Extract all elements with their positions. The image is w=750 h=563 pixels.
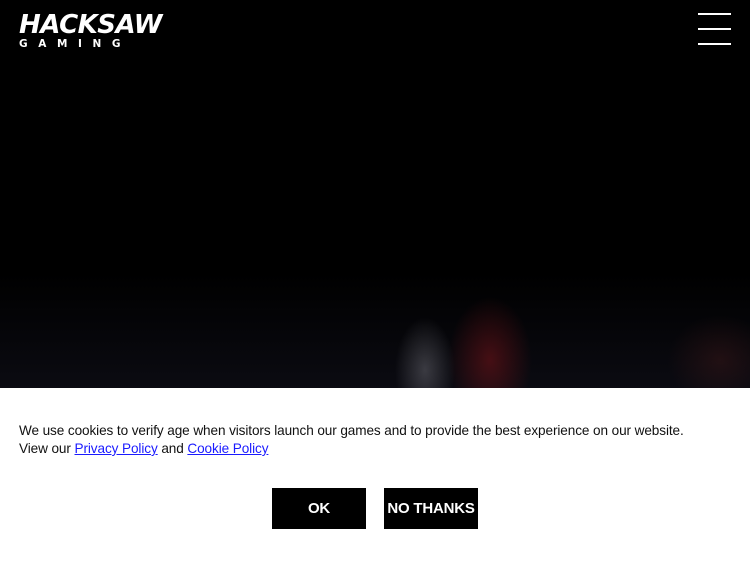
menu-line bbox=[698, 13, 731, 15]
hacksaw-gaming-logo[interactable]: HACKSAW GAMING bbox=[19, 10, 162, 52]
hamburger-menu-icon[interactable] bbox=[698, 13, 732, 46]
cookie-policy-link[interactable]: Cookie Policy bbox=[187, 440, 268, 456]
ok-button[interactable]: OK bbox=[272, 488, 366, 529]
menu-line bbox=[698, 43, 731, 45]
site-header: HACKSAW GAMING bbox=[0, 0, 750, 64]
cookie-message: We use cookies to verify age when visito… bbox=[19, 421, 714, 457]
cookie-banner: We use cookies to verify age when visito… bbox=[0, 388, 750, 563]
menu-line bbox=[698, 28, 731, 30]
no-thanks-button[interactable]: NO THANKS bbox=[384, 488, 478, 529]
privacy-policy-link[interactable]: Privacy Policy bbox=[75, 440, 158, 456]
cookie-message-conjunction: and bbox=[157, 440, 188, 456]
page: HACKSAW GAMING We use cookies to verify … bbox=[0, 0, 750, 563]
logo-wordmark: HACKSAW bbox=[19, 10, 162, 40]
